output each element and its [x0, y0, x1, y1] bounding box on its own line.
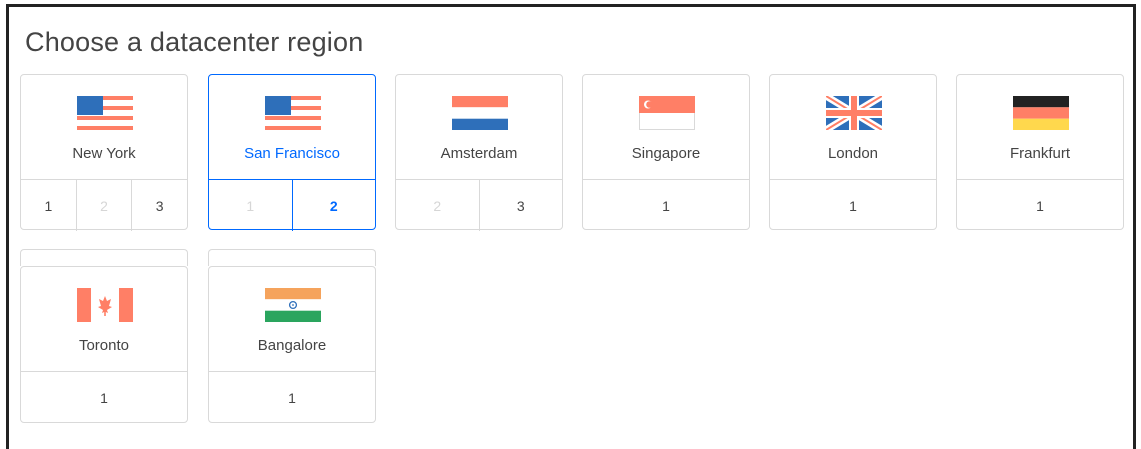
- region-card-frankfurt[interactable]: Frankfurt 1: [956, 74, 1124, 230]
- region-card-london[interactable]: London 1: [769, 74, 937, 230]
- datacenter-option-1[interactable]: 1: [770, 180, 936, 231]
- datacenter-option-1[interactable]: 1: [957, 180, 1123, 231]
- datacenter-selector: 1: [957, 179, 1123, 231]
- datacenter-selector: 1: [21, 371, 187, 423]
- region-name: Bangalore: [257, 337, 327, 354]
- datacenter-option-3[interactable]: 3: [131, 180, 187, 231]
- region-panel: Choose a datacenter region New York 1 2 …: [6, 4, 1136, 449]
- region-card-san-francisco[interactable]: San Francisco 1 2: [208, 74, 376, 231]
- datacenter-option-2[interactable]: 2: [291, 180, 376, 231]
- datacenter-option-2: 2: [75, 180, 132, 231]
- card-tab: [208, 249, 376, 266]
- india-flag-icon: [265, 288, 321, 322]
- datacenter-selector: 1: [770, 179, 936, 231]
- region-card-singapore[interactable]: Singapore 1: [582, 74, 750, 230]
- germany-flag-icon: [1013, 96, 1069, 130]
- datacenter-option-3[interactable]: 3: [478, 180, 563, 231]
- datacenter-option-1[interactable]: 1: [21, 180, 76, 231]
- datacenter-option-1[interactable]: 1: [209, 372, 375, 423]
- datacenter-option-2: 2: [433, 197, 442, 214]
- datacenter-option-1: 1: [246, 197, 255, 214]
- region-name: Toronto: [78, 337, 130, 354]
- region-card-new-york[interactable]: New York 1 2 3: [20, 74, 188, 231]
- datacenter-selector: 2 3: [396, 179, 562, 231]
- region-name: Amsterdam: [440, 145, 518, 162]
- datacenter-selector: 1 2: [209, 179, 375, 231]
- us-flag-icon: [77, 96, 133, 130]
- region-name: New York: [72, 145, 136, 162]
- datacenter-option-1[interactable]: 1: [583, 180, 749, 231]
- region-card-bangalore[interactable]: Bangalore 1: [208, 249, 376, 423]
- datacenter-option-1[interactable]: 1: [21, 372, 187, 423]
- region-card-amsterdam[interactable]: Amsterdam 2 3: [395, 74, 563, 231]
- region-name: London: [827, 145, 879, 162]
- netherlands-flag-icon: [452, 96, 508, 130]
- region-name: San Francisco: [244, 145, 340, 162]
- card-tab: [20, 249, 188, 266]
- datacenter-selector: 1: [209, 371, 375, 423]
- us-flag-icon: [265, 96, 321, 130]
- datacenter-selector: 1: [583, 179, 749, 231]
- canada-flag-icon: [77, 288, 133, 322]
- region-name: Singapore: [631, 145, 701, 162]
- section-title: Choose a datacenter region: [25, 27, 364, 57]
- singapore-flag-icon: [639, 96, 695, 130]
- uk-flag-icon: [826, 96, 882, 130]
- region-card-toronto[interactable]: Toronto 1: [20, 249, 188, 423]
- region-name: Frankfurt: [1009, 145, 1070, 162]
- datacenter-selector: 1 2 3: [21, 179, 187, 231]
